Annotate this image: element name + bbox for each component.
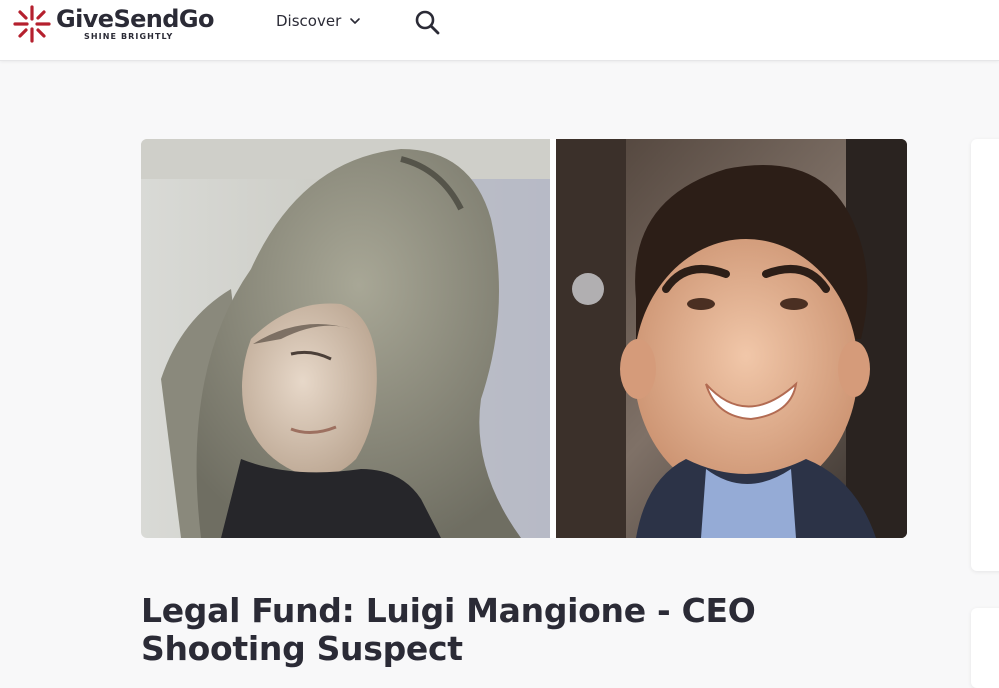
nav-discover-label: Discover [276, 12, 342, 30]
smiling-portrait-photo [556, 139, 907, 538]
campaign-hero-image [141, 139, 907, 538]
sidebar-donation-card [971, 139, 999, 571]
chevron-down-icon [350, 18, 361, 24]
nav-discover-menu[interactable]: Discover [276, 10, 361, 32]
site-header: GiveSendGo SHINE BRIGHTLY Discover [0, 0, 999, 61]
sunburst-logo-icon [13, 5, 51, 43]
sidebar-secondary-card [971, 608, 999, 688]
search-button[interactable] [413, 8, 441, 36]
campaign-title: Legal Fund: Luigi Mangione - CEO Shootin… [141, 591, 756, 668]
brand-name: GiveSendGo [56, 5, 214, 33]
search-icon [415, 10, 440, 35]
hooded-surveillance-photo [141, 139, 550, 538]
brand-tagline: SHINE BRIGHTLY [84, 32, 174, 41]
brand-logo[interactable]: GiveSendGo SHINE BRIGHTLY [12, 2, 214, 46]
